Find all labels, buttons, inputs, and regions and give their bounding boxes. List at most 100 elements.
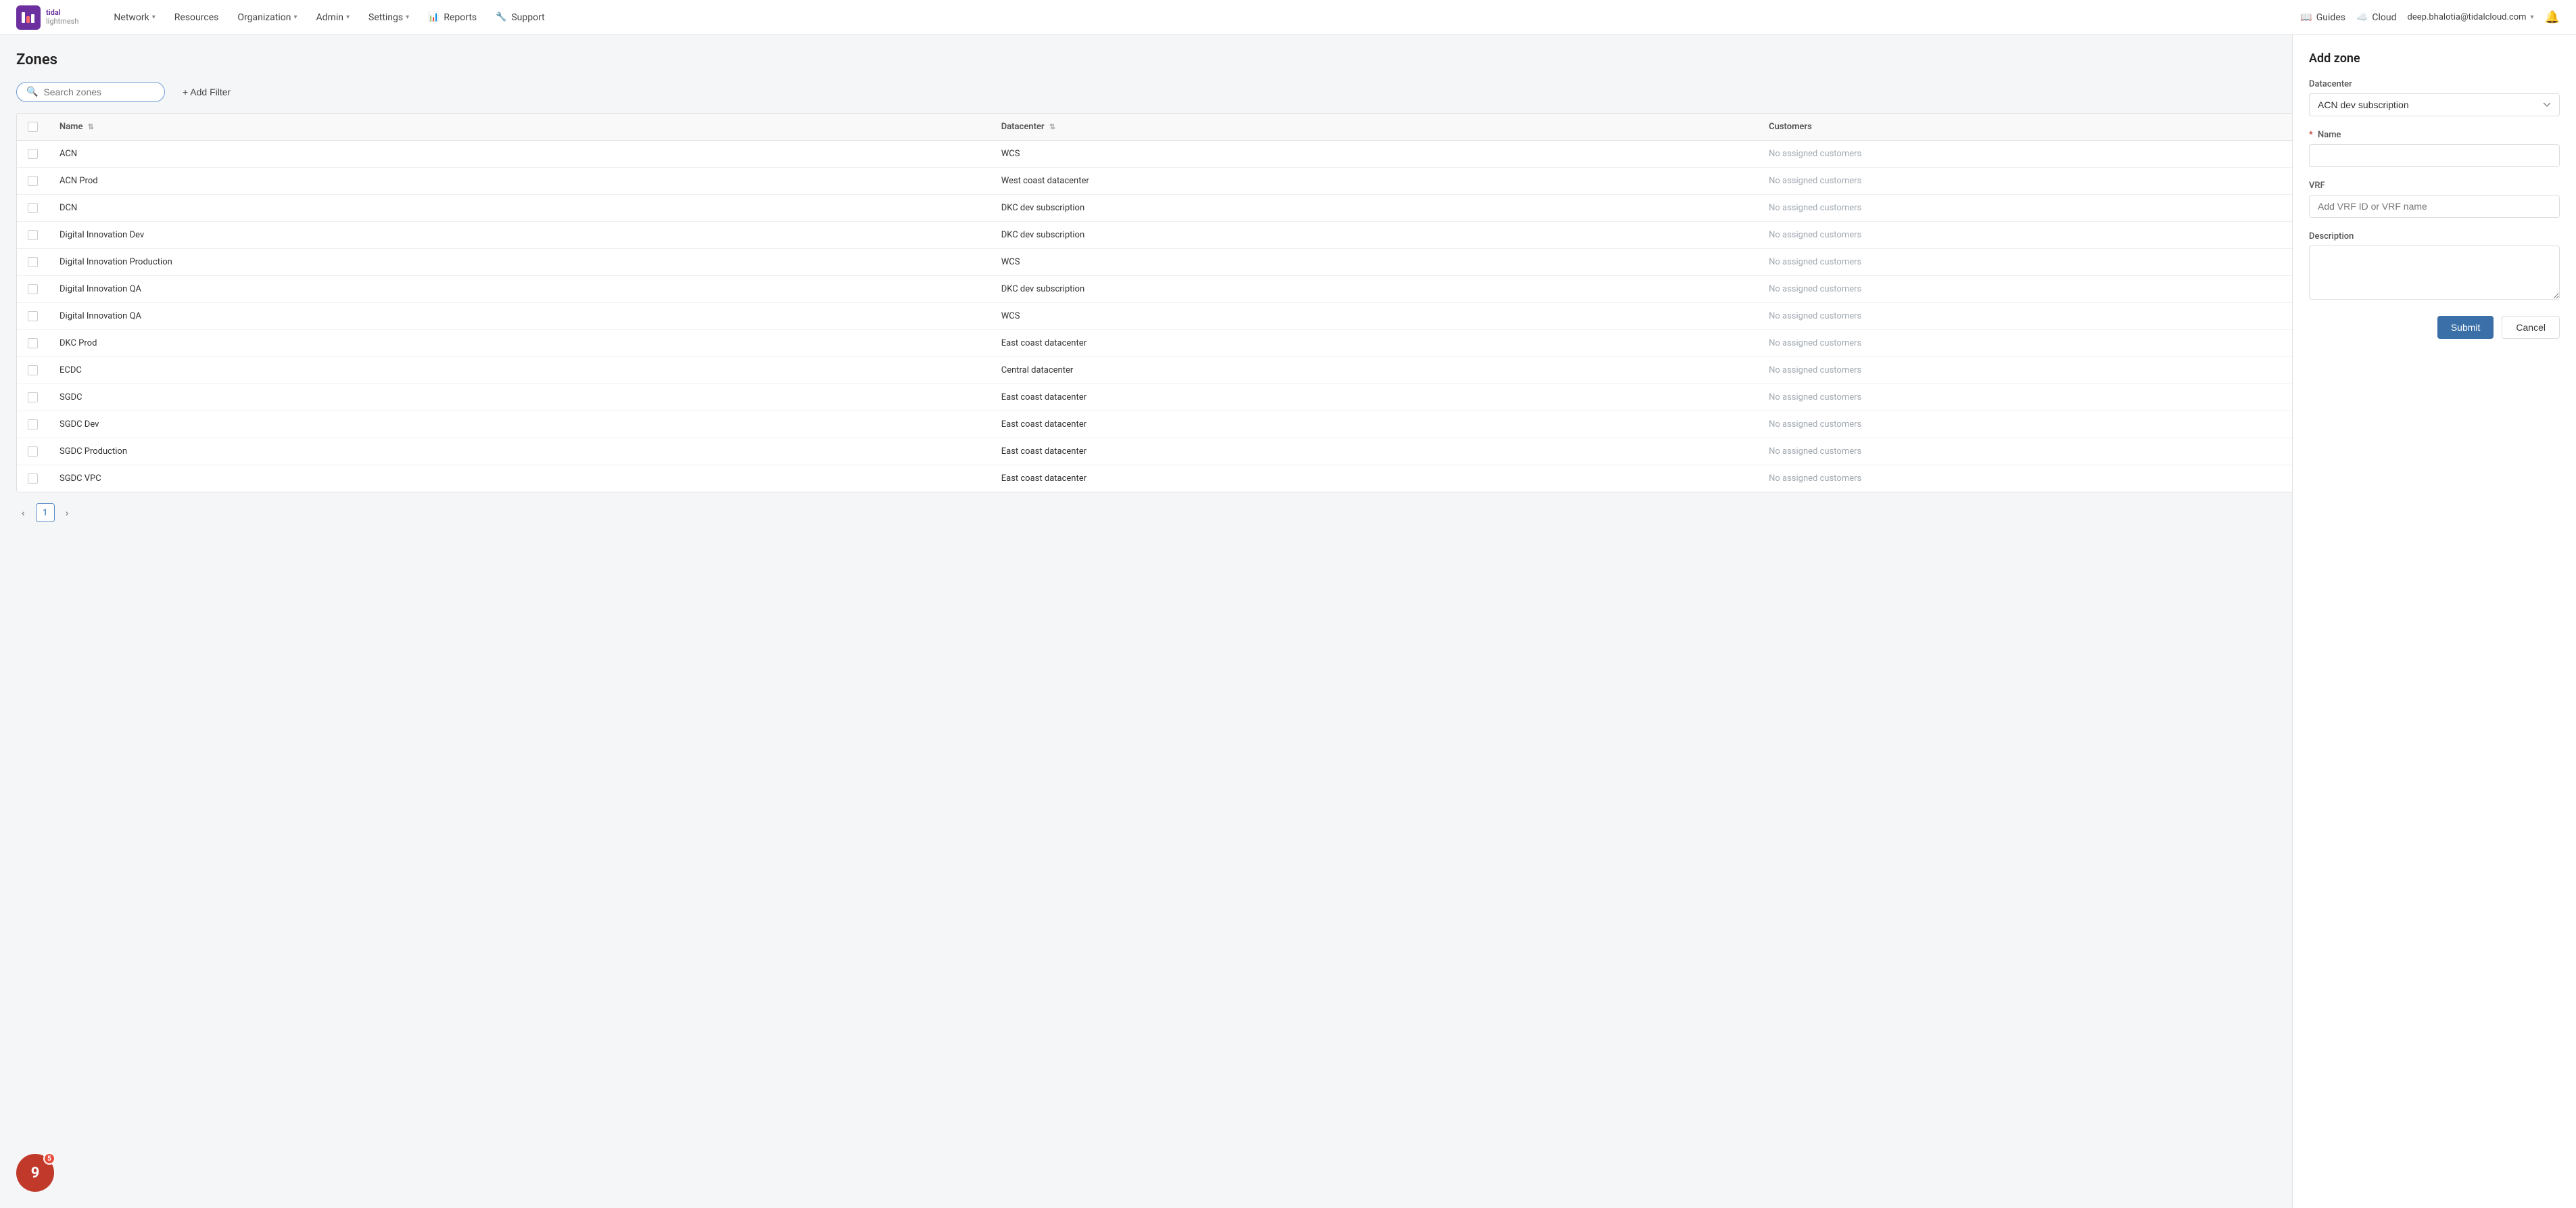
row-checkbox-cell: [17, 330, 49, 357]
submit-button[interactable]: Submit: [2437, 316, 2494, 339]
nav-item-support[interactable]: 🔧 Support: [487, 8, 553, 27]
navbar: tidal lightmesh Network ▾ Resources Orga…: [0, 0, 2576, 35]
row-name: Digital Innovation QA: [49, 276, 991, 303]
row-name: SGDC: [49, 384, 991, 411]
row-datacenter: East coast datacenter: [991, 411, 1758, 438]
table-row: Digital Innovation QA WCS No assigned cu…: [17, 303, 2559, 330]
row-datacenter: DKC dev subscription: [991, 222, 1758, 249]
row-checkbox-cell: [17, 384, 49, 411]
row-checkbox[interactable]: [28, 176, 38, 186]
cloud-icon: ☁️: [2356, 12, 2368, 23]
table-header-row: Name ⇅ Datacenter ⇅ Customers: [17, 114, 2559, 141]
table-row: SGDC Production East coast datacenter No…: [17, 438, 2559, 465]
add-filter-button[interactable]: + Add Filter: [173, 83, 240, 101]
chevron-down-icon: ▾: [2531, 14, 2534, 21]
row-datacenter: East coast datacenter: [991, 384, 1758, 411]
bell-icon[interactable]: 🔔: [2545, 10, 2560, 24]
description-textarea[interactable]: [2309, 246, 2560, 300]
nav-item-reports[interactable]: 📊 Reports: [420, 8, 485, 27]
row-checkbox-cell: [17, 438, 49, 465]
datacenter-select[interactable]: ACN dev subscriptionWCSDKC dev subscript…: [2309, 93, 2560, 116]
row-checkbox[interactable]: [28, 338, 38, 348]
support-icon: 🔧: [496, 12, 506, 22]
vrf-label: VRF: [2309, 181, 2560, 191]
cancel-button[interactable]: Cancel: [2502, 316, 2560, 339]
row-name: SGDC Production: [49, 438, 991, 465]
row-datacenter: WCS: [991, 141, 1758, 168]
chevron-down-icon: ▾: [346, 14, 350, 21]
badge-notification: 5: [43, 1153, 55, 1165]
row-name: SGDC VPC: [49, 465, 991, 492]
floating-badge[interactable]: 9 5: [16, 1154, 54, 1192]
row-checkbox[interactable]: [28, 392, 38, 402]
table-row: ACN Prod West coast datacenter No assign…: [17, 168, 2559, 195]
required-indicator: *: [2309, 130, 2313, 140]
row-checkbox[interactable]: [28, 203, 38, 213]
logo-tidal: tidal: [46, 9, 78, 17]
row-checkbox[interactable]: [28, 311, 38, 321]
row-name: Digital Innovation QA: [49, 303, 991, 330]
description-label: Description: [2309, 231, 2560, 241]
row-datacenter: WCS: [991, 303, 1758, 330]
page-number-1[interactable]: 1: [36, 503, 55, 522]
row-checkbox-cell: [17, 141, 49, 168]
row-checkbox[interactable]: [28, 149, 38, 159]
row-checkbox[interactable]: [28, 365, 38, 375]
toolbar: 🔍 + Add Filter: [16, 82, 2560, 102]
logo-lightmesh: lightmesh: [46, 18, 78, 26]
right-panel: Add zone Datacenter ACN dev subscription…: [2292, 35, 2576, 1208]
row-checkbox[interactable]: [28, 446, 38, 457]
search-box[interactable]: 🔍: [16, 82, 165, 102]
row-checkbox-cell: [17, 465, 49, 492]
name-field-group: * Name: [2309, 130, 2560, 167]
zone-name-input[interactable]: [2309, 144, 2560, 167]
nav-item-admin[interactable]: Admin ▾: [308, 8, 358, 27]
chevron-down-icon: ▾: [293, 14, 297, 21]
nav-user[interactable]: deep.bhalotia@tidalcloud.com ▾: [2408, 12, 2534, 22]
pagination: ‹ 1 ›: [16, 492, 2560, 533]
column-header-name: Name ⇅: [49, 114, 991, 141]
table-row: Digital Innovation Production WCS No ass…: [17, 249, 2559, 276]
table-row: Digital Innovation Dev DKC dev subscript…: [17, 222, 2559, 249]
table-row: DCN DKC dev subscription No assigned cus…: [17, 195, 2559, 222]
nav-item-organization[interactable]: Organization ▾: [229, 8, 305, 27]
table-row: ECDC Central datacenter No assigned cust…: [17, 357, 2559, 384]
next-page-button[interactable]: ›: [60, 505, 74, 521]
book-icon: 📖: [2300, 12, 2312, 23]
vrf-input[interactable]: [2309, 195, 2560, 218]
row-name: ACN Prod: [49, 168, 991, 195]
row-checkbox[interactable]: [28, 257, 38, 267]
row-checkbox[interactable]: [28, 230, 38, 240]
row-datacenter: WCS: [991, 249, 1758, 276]
app-logo[interactable]: tidal lightmesh: [16, 5, 78, 30]
table-row: SGDC East coast datacenter No assigned c…: [17, 384, 2559, 411]
column-header-datacenter: Datacenter ⇅: [991, 114, 1758, 141]
chevron-down-icon: ▾: [152, 14, 156, 21]
select-all-checkbox[interactable]: [28, 122, 38, 132]
datacenter-label: Datacenter: [2309, 79, 2560, 89]
row-checkbox[interactable]: [28, 419, 38, 429]
nav-item-network[interactable]: Network ▾: [105, 8, 163, 27]
nav-item-settings[interactable]: Settings ▾: [360, 8, 417, 27]
row-checkbox[interactable]: [28, 284, 38, 294]
nav-item-resources[interactable]: Resources: [166, 8, 227, 27]
row-checkbox-cell: [17, 249, 49, 276]
chart-icon: 📊: [428, 12, 439, 22]
table-row: DKC Prod East coast datacenter No assign…: [17, 330, 2559, 357]
zones-table: Name ⇅ Datacenter ⇅ Customers ACN WCS No…: [17, 114, 2559, 492]
description-field-group: Description: [2309, 231, 2560, 300]
select-all-header: [17, 114, 49, 141]
nav-guides[interactable]: 📖 Guides: [2300, 12, 2345, 23]
prev-page-button[interactable]: ‹: [16, 505, 30, 521]
row-datacenter: DKC dev subscription: [991, 195, 1758, 222]
nav-cloud[interactable]: ☁️ Cloud: [2356, 12, 2397, 23]
row-checkbox[interactable]: [28, 473, 38, 484]
table-row: Digital Innovation QA DKC dev subscripti…: [17, 276, 2559, 303]
search-input[interactable]: [43, 87, 166, 97]
sort-icon: ⇅: [1049, 122, 1055, 131]
table-body: ACN WCS No assigned customers ACN Prod W…: [17, 141, 2559, 492]
row-checkbox-cell: [17, 276, 49, 303]
nav-links: Network ▾ Resources Organization ▾ Admin…: [105, 8, 2300, 27]
table-row: SGDC VPC East coast datacenter No assign…: [17, 465, 2559, 492]
main-layout: Zones 🔍 + Add Filter Name ⇅: [0, 35, 2576, 1208]
